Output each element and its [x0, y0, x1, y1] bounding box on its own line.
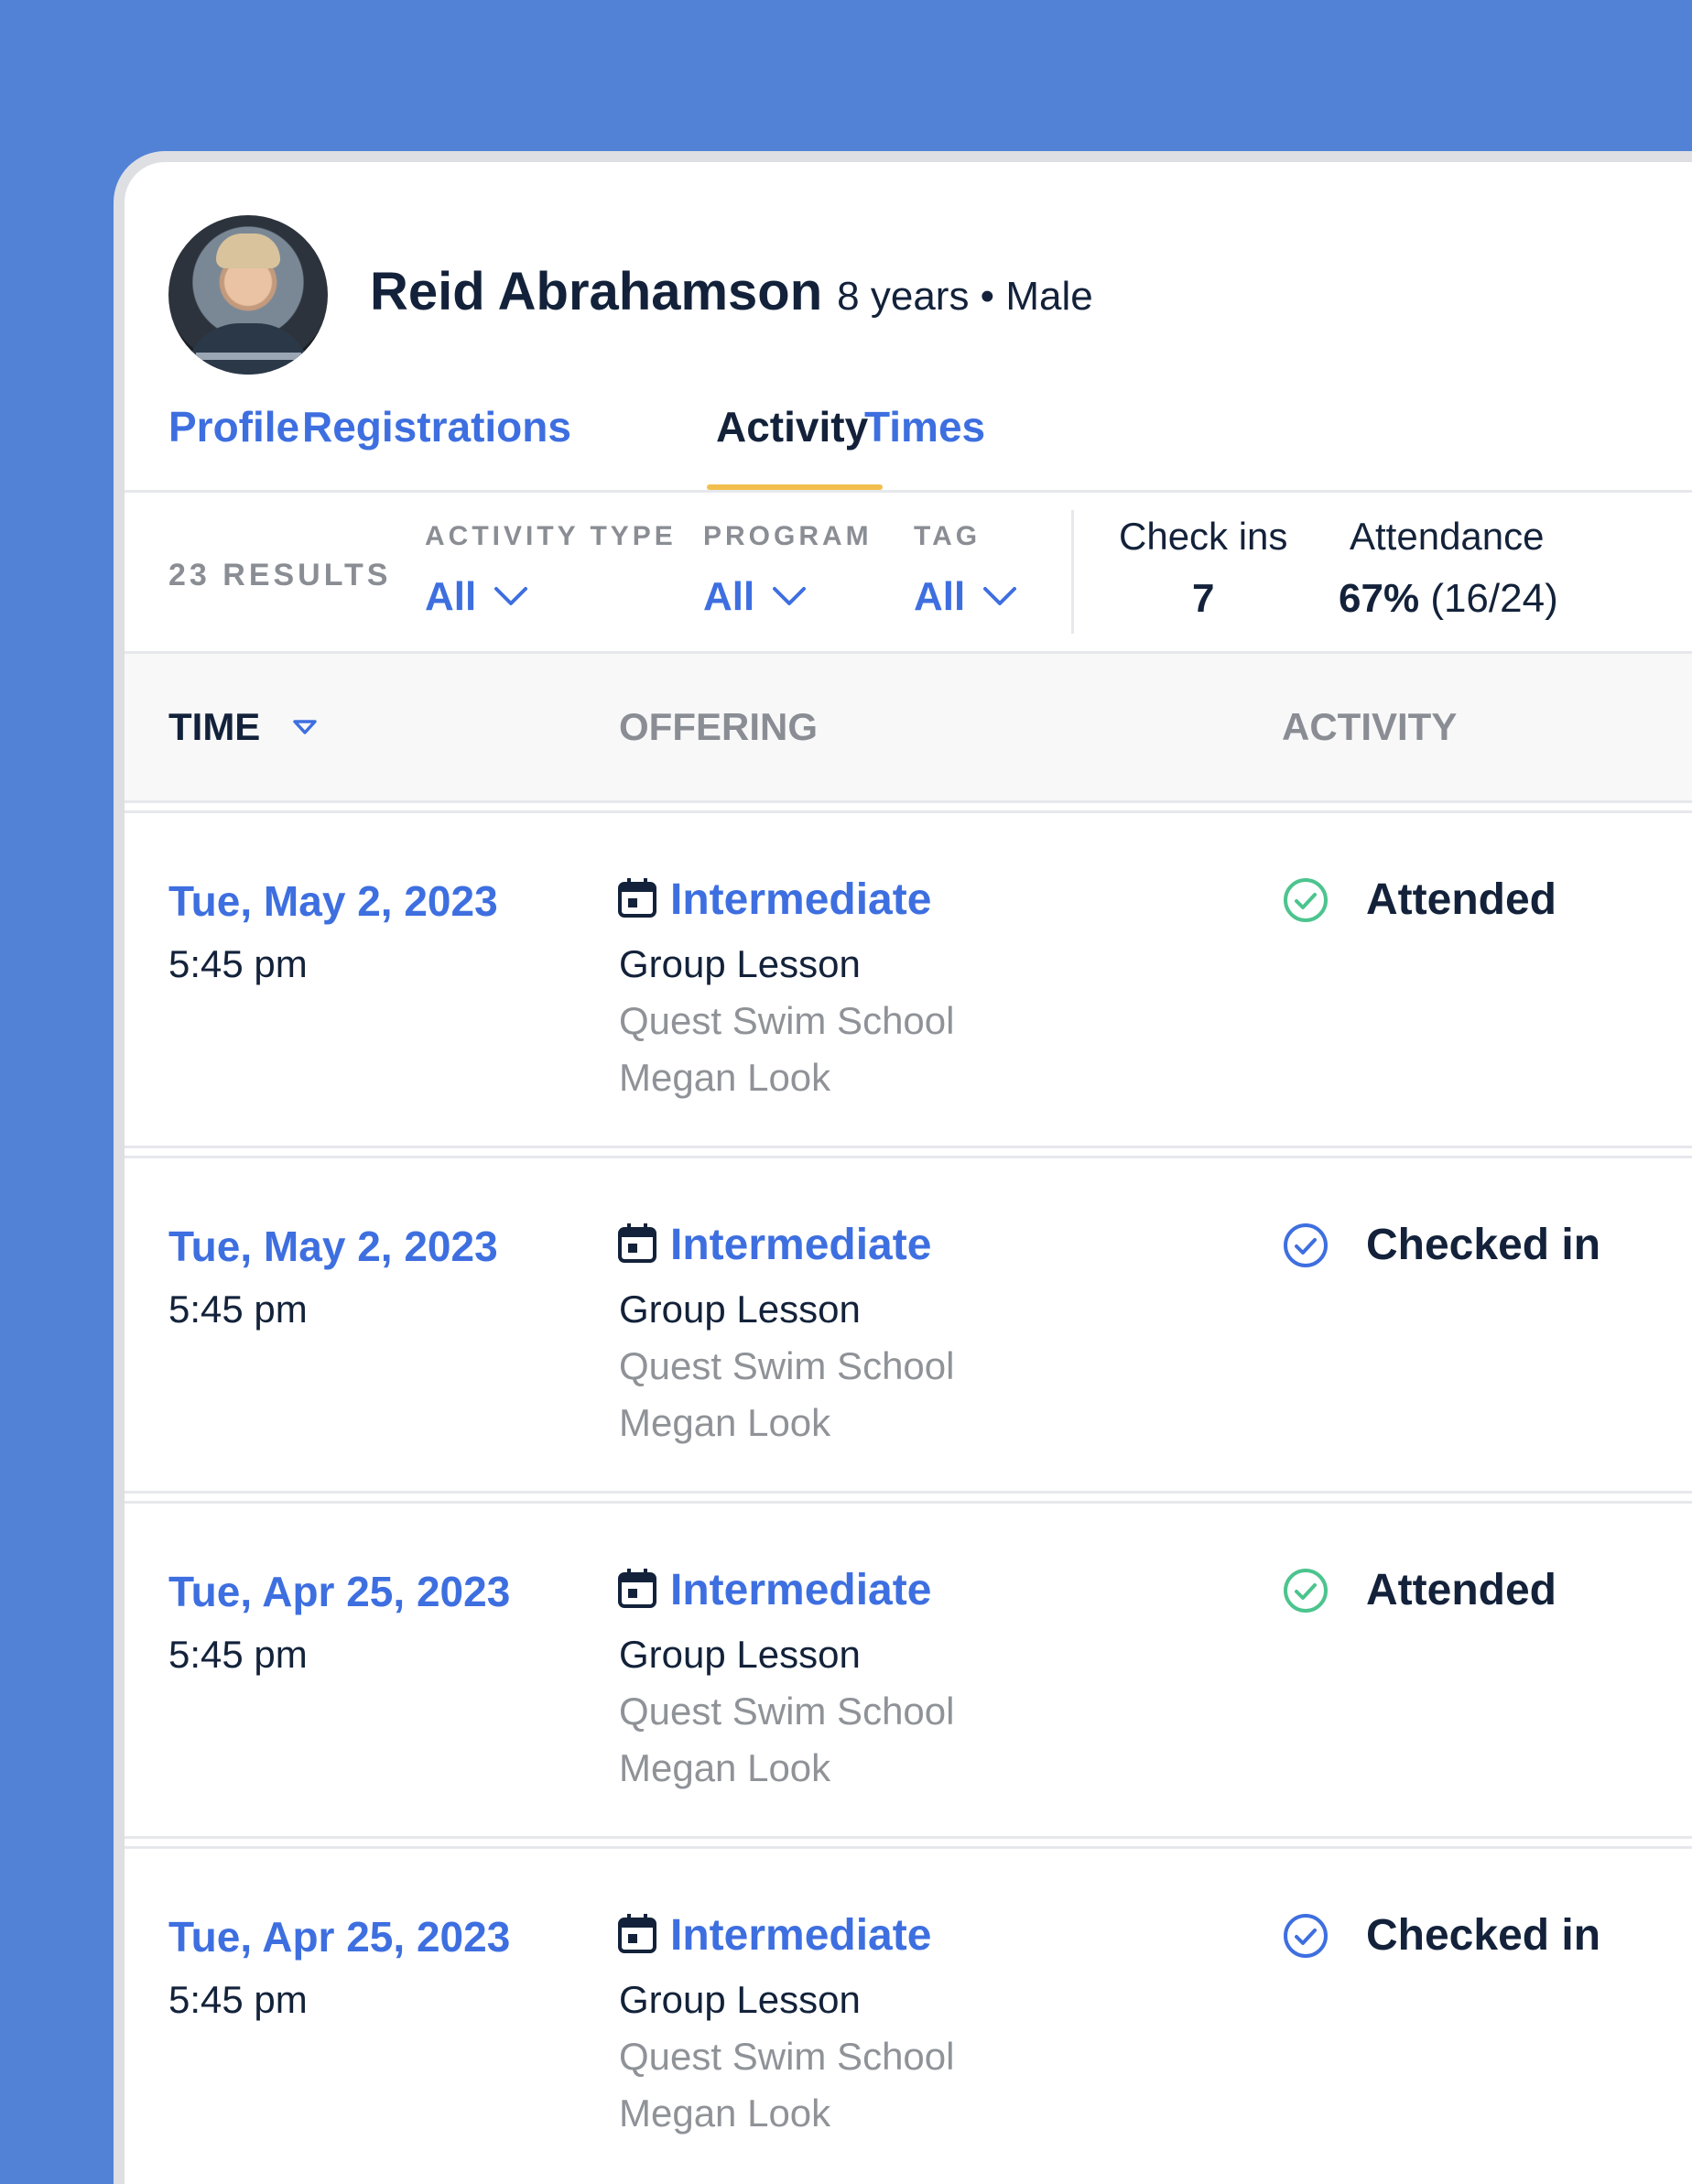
activity-type-label: ACTIVITY TYPE	[425, 521, 677, 551]
chevron-down-icon[interactable]	[769, 581, 809, 609]
row-time: 5:45 pm	[168, 1978, 308, 2021]
calendar-icon	[618, 878, 656, 918]
chevron-down-icon[interactable]	[491, 581, 531, 609]
check-circle-green-icon	[1284, 878, 1328, 922]
calendar-icon	[618, 1223, 656, 1263]
sort-down-icon[interactable]	[291, 717, 319, 737]
offering-type: Group Lesson	[619, 1978, 861, 2021]
row-date[interactable]: Tue, May 2, 2023	[168, 876, 498, 926]
check-circle-blue-icon	[1284, 1914, 1328, 1958]
row-date[interactable]: Tue, May 2, 2023	[168, 1222, 498, 1271]
row-separator	[125, 1146, 1692, 1158]
attendance-fraction: (16/24)	[1430, 576, 1558, 621]
row-separator	[125, 1836, 1692, 1849]
offering-instructor: Megan Look	[619, 1746, 831, 1789]
attendance-percent: 67%	[1339, 576, 1420, 621]
tag-label: TAG	[914, 521, 982, 551]
offering-instructor: Megan Look	[619, 1401, 831, 1444]
offering-instructor: Megan Look	[619, 2092, 831, 2135]
offering-instructor: Megan Look	[619, 1056, 831, 1099]
activity-status: Attended	[1366, 875, 1556, 924]
results-count: 23 RESULTS	[168, 558, 392, 592]
row-date[interactable]: Tue, Apr 25, 2023	[168, 1912, 510, 1961]
row-separator	[125, 800, 1692, 813]
column-header-offering: OFFERING	[619, 705, 818, 748]
tag-value[interactable]: All	[914, 574, 965, 620]
program-value[interactable]: All	[703, 574, 754, 620]
calendar-icon	[618, 1914, 656, 1953]
checkins-label: Check ins	[1119, 515, 1288, 558]
offering-name[interactable]: Intermediate	[670, 875, 931, 925]
row-time: 5:45 pm	[168, 1633, 308, 1676]
activity-status: Checked in	[1366, 1911, 1601, 1960]
activity-type-value[interactable]: All	[425, 574, 476, 620]
row-time: 5:45 pm	[168, 1288, 308, 1331]
activity-status: Attended	[1366, 1566, 1556, 1614]
check-circle-green-icon	[1284, 1569, 1328, 1613]
person-name: Reid Abrahamson	[370, 262, 823, 321]
column-header-time[interactable]: TIME	[168, 705, 260, 749]
filter-divider	[1071, 510, 1074, 634]
checkins-value: 7	[1192, 576, 1215, 621]
offering-school: Quest Swim School	[619, 2035, 955, 2078]
activity-status: Checked in	[1366, 1221, 1601, 1269]
offering-type: Group Lesson	[619, 1288, 861, 1331]
offering-school: Quest Swim School	[619, 1690, 955, 1733]
divider	[125, 490, 1692, 493]
offering-type: Group Lesson	[619, 942, 861, 985]
row-date[interactable]: Tue, Apr 25, 2023	[168, 1567, 510, 1616]
column-header-activity: ACTIVITY	[1282, 705, 1458, 748]
program-label: PROGRAM	[703, 521, 873, 551]
check-circle-blue-icon	[1284, 1223, 1328, 1267]
person-meta: 8 years • Male	[837, 274, 1093, 319]
attendance-label: Attendance	[1350, 515, 1545, 558]
offering-name[interactable]: Intermediate	[670, 1910, 931, 1961]
tab-profile[interactable]: Profile	[168, 402, 299, 451]
offering-name[interactable]: Intermediate	[670, 1565, 931, 1615]
attendance-value: 67% (16/24)	[1339, 576, 1558, 622]
row-separator	[125, 1491, 1692, 1504]
person-header: Reid Abrahamson 8 years • Male	[370, 261, 1093, 322]
athlete-card: Reid Abrahamson 8 years • Male Profile Re…	[114, 151, 1692, 2184]
tab-registrations[interactable]: Registrations	[302, 402, 571, 451]
tab-activity[interactable]: Activity	[716, 402, 868, 451]
offering-school: Quest Swim School	[619, 999, 955, 1042]
row-time: 5:45 pm	[168, 942, 308, 985]
offering-name[interactable]: Intermediate	[670, 1220, 931, 1270]
avatar[interactable]	[168, 215, 328, 375]
tab-times[interactable]: Times	[864, 402, 985, 451]
calendar-icon	[618, 1569, 656, 1608]
chevron-down-icon[interactable]	[980, 581, 1020, 609]
offering-type: Group Lesson	[619, 1633, 861, 1676]
offering-school: Quest Swim School	[619, 1344, 955, 1387]
